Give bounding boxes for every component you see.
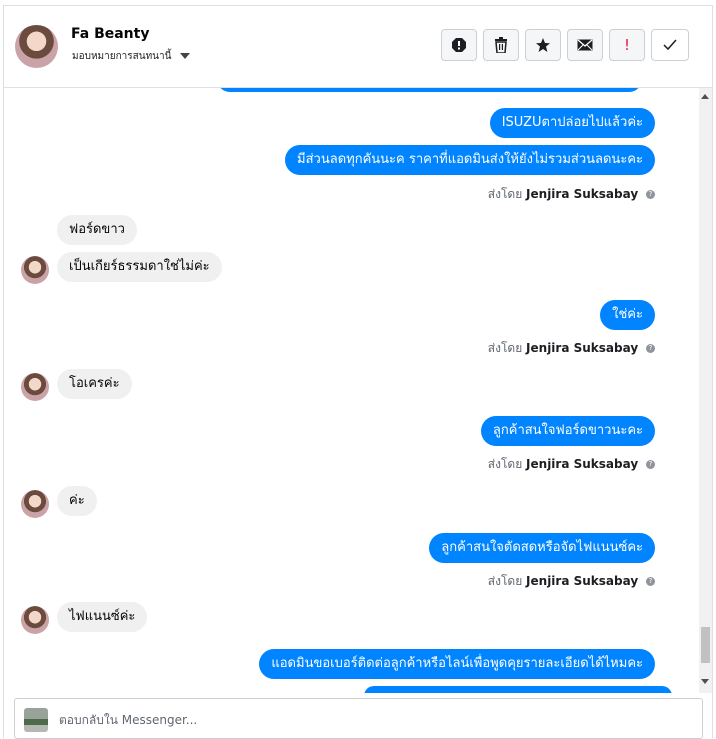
sent-by-prefix: ส่งโดย [487, 341, 523, 355]
star-button[interactable] [525, 29, 561, 61]
scroll-down-icon[interactable] [701, 679, 709, 684]
scroll-up-icon[interactable] [701, 94, 709, 99]
mark-done-button[interactable] [651, 29, 689, 61]
action-toolbar: ! [441, 29, 689, 61]
message-bubble: ไฟแนนซ์ค่ะ [57, 602, 148, 632]
sent-by-line: ส่งโดย Jenjira Suksabay ? [488, 185, 655, 204]
check-icon [663, 39, 677, 51]
message-bubble: ISUZUตาปล่อยไปแล้วค่ะ [489, 108, 655, 138]
sent-by-prefix: ส่งโดย [487, 457, 523, 471]
conversation-header: Fa Beanty มอบหมายการสนทนานี้ ! [4, 6, 712, 88]
message-bubble: ค่ะ [57, 486, 97, 516]
conversation-panel: Fa Beanty มอบหมายการสนทนานี้ ! ISUZUตาปล… [3, 5, 713, 739]
page-avatar [24, 708, 48, 732]
message-bubble-partial [364, 686, 672, 693]
contact-name[interactable]: Fa Beanty [71, 26, 149, 42]
sent-by-line: ส่งโดย Jenjira Suksabay ? [488, 572, 655, 591]
scrollbar-thumb[interactable] [701, 627, 710, 663]
sent-by-agent: Jenjira Suksabay [526, 187, 639, 201]
reply-box[interactable]: ตอบกลับใน Messenger... [14, 698, 703, 739]
sent-by-agent: Jenjira Suksabay [526, 457, 639, 471]
avatar [21, 606, 49, 634]
mail-icon [577, 39, 593, 51]
sent-by-agent: Jenjira Suksabay [526, 574, 639, 588]
avatar [21, 373, 49, 401]
trash-icon [495, 37, 507, 53]
avatar[interactable] [15, 25, 58, 68]
assign-conversation-dropdown[interactable]: มอบหมายการสนทนานี้ [72, 49, 190, 64]
avatar [21, 490, 49, 518]
caret-down-icon [179, 53, 190, 59]
sent-by-agent: Jenjira Suksabay [526, 341, 639, 355]
avatar [21, 256, 49, 284]
star-icon [536, 38, 550, 52]
assign-label: มอบหมายการสนทนานี้ [72, 51, 172, 62]
help-icon[interactable]: ? [646, 344, 655, 353]
thread-scrollbar[interactable] [699, 88, 712, 693]
delete-button[interactable] [483, 29, 519, 61]
sent-by-prefix: ส่งโดย [487, 187, 523, 201]
message-bubble: ลูกค้าสนใจตัดสดหรือจัดไฟแนนซ์คะ [429, 533, 655, 563]
help-icon[interactable]: ? [646, 460, 655, 469]
sent-by-prefix: ส่งโดย [487, 574, 523, 588]
priority-icon: ! [623, 36, 630, 54]
sent-by-line: ส่งโดย Jenjira Suksabay ? [488, 339, 655, 358]
message-thread: ISUZUตาปล่อยไปแล้วค่ะ มีส่วนลดทุกคันนะค … [4, 88, 698, 693]
reply-input[interactable]: ตอบกลับใน Messenger... [59, 711, 197, 730]
message-bubble: มีส่วนลดทุกคันนะค ราคาที่แอดมินส่งให้ยัง… [285, 145, 655, 175]
help-icon[interactable]: ? [646, 190, 655, 199]
message-bubble: ใช่ค่ะ [600, 300, 655, 330]
message-bubble: ลูกค้าสนใจฟอร์ดขาวนะคะ [480, 416, 655, 446]
message-bubble-partial [217, 88, 642, 92]
message-bubble: โอเครค่ะ [57, 369, 132, 399]
mark-unread-button[interactable] [567, 29, 603, 61]
message-bubble: ฟอร์ดขาว [57, 215, 137, 245]
help-icon[interactable]: ? [646, 577, 655, 586]
message-bubble: เป็นเกียร์ธรรมดาใช่ไม่ค่ะ [57, 252, 222, 282]
report-spam-icon [452, 38, 466, 52]
priority-button[interactable]: ! [609, 29, 645, 61]
report-spam-button[interactable] [441, 29, 477, 61]
sent-by-line: ส่งโดย Jenjira Suksabay ? [488, 455, 655, 474]
message-bubble: แอดมินขอเบอร์ติดต่อลูกค้าหรือไลน์เพื่อพู… [259, 649, 655, 679]
